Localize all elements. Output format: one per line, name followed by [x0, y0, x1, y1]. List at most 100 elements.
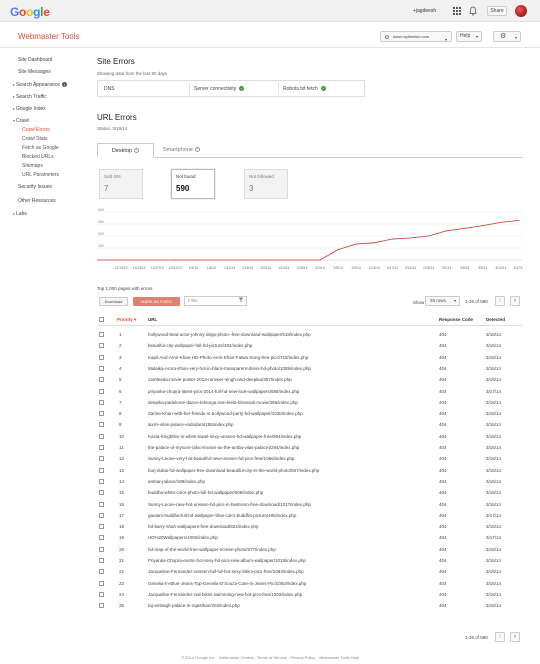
url-cell[interactable]: Priyanka-Chopra-exotic-hot-sexy-hd-pics-… [148, 558, 306, 563]
data-point[interactable] [265, 259, 267, 261]
sidebar-item-crawl-errors[interactable]: Crawl Errors [22, 127, 50, 133]
table-row[interactable]: 19 HD%20Wallpapers/1092/index.php 404 3/17/… [97, 533, 523, 543]
row-checkbox[interactable] [99, 478, 104, 484]
row-checkbox[interactable] [99, 332, 104, 337]
table-row[interactable]: 4 Malaika-Arora-Khan-very-hot-in-black-tr… [97, 364, 523, 374]
table-row[interactable]: 18 hd-barry-shah-wallpapers-free-download… [97, 522, 523, 532]
sidebar-item-crawl[interactable]: ▾Crawl [13, 118, 29, 124]
data-point[interactable] [518, 219, 520, 221]
row-checkbox[interactable] [99, 433, 104, 439]
data-point[interactable] [428, 235, 430, 237]
next-page-button[interactable]: › [510, 296, 520, 306]
settings-button[interactable]: ⚙ ▾ [493, 31, 521, 42]
table-row[interactable]: 25 taj-ambagh-palace-in-rajasthan/202/ind… [97, 601, 523, 611]
sidebar-item-fetch-as-google[interactable]: Fetch as Google [22, 145, 59, 151]
dns-status[interactable]: DNS [100, 83, 188, 95]
row-checkbox[interactable] [99, 388, 104, 394]
url-cell[interactable]: deepika-padukone-dance-lehenga-ram-leela… [148, 400, 298, 405]
table-row[interactable]: 17 gautam-buddha-full-hd-wallpaper-blue-c… [97, 511, 523, 521]
row-checkbox[interactable] [99, 399, 104, 405]
url-cell[interactable]: ambar-palace/189/index.php [148, 479, 205, 484]
row-checkbox[interactable] [99, 456, 104, 462]
url-cell[interactable]: hd-map-of-the-world-free-wallpaper-scree… [148, 547, 276, 552]
row-checkbox[interactable] [99, 343, 104, 349]
response-code-column-header[interactable]: Response Code [439, 317, 473, 322]
table-row[interactable]: 24 Jacqueline-Fernandez-red-bikini-swimmi… [97, 590, 523, 600]
url-cell[interactable]: Jacqueline-Fernandez-red-bikini-swimming… [148, 592, 302, 597]
google-logo[interactable]: Google [10, 5, 50, 19]
url-cell[interactable]: taj-ambagh-palace-in-rajasthan/202/index… [148, 603, 240, 608]
table-row[interactable]: 13 burj-dubai-hd-wallpaper-free-download-… [97, 466, 523, 476]
url-cell[interactable]: hollywood-beat-actor-johnny-depp-photo--… [148, 332, 311, 337]
table-row[interactable]: 22 Jacqueline-Fernandez-unseen-full-hd-ho… [97, 567, 523, 577]
data-point[interactable] [283, 259, 285, 261]
help-icon[interactable]: ? [134, 148, 140, 154]
table-row[interactable]: 10 Kasia-Knightley-in-white-towel-sexy-un… [97, 432, 523, 442]
url-cell[interactable]: Zarine-Khan-with-her-friends-in-bollywoo… [148, 411, 303, 416]
info-icon[interactable]: i [61, 82, 67, 87]
url-cell[interactable]: HD%20Wallpapers/1092/index.php [148, 535, 218, 540]
row-checkbox[interactable] [99, 377, 104, 383]
data-point[interactable] [500, 221, 502, 223]
table-row[interactable]: 11 the-palace-of-mysore-(also-known-as-th… [97, 443, 523, 453]
sidebar-item-other-resources[interactable]: Other Resources [18, 198, 56, 204]
data-point[interactable] [138, 259, 140, 261]
select-all-checkbox[interactable] [99, 317, 104, 322]
table-row[interactable]: 8 Zarine-Khan-with-her-friends-in-bollywo… [97, 409, 523, 419]
row-checkbox[interactable] [99, 501, 104, 507]
tab-desktop[interactable]: Desktop? [97, 143, 154, 158]
robots-fetch-status[interactable]: Robots.txt fetch ✓ [279, 83, 364, 95]
help-icon[interactable]: ? [194, 147, 200, 153]
url-cell[interactable]: gautam-buddha-full-hd-wallpaper-blue-col… [148, 513, 296, 518]
table-row[interactable]: 15 buddha-white-color-photo-full-hd-wallp… [97, 488, 523, 498]
row-checkbox[interactable] [99, 558, 104, 563]
url-cell[interactable]: Sunny-Leone-new-hot-unseen-hd-pics-in-be… [148, 502, 311, 507]
prev-page-button[interactable]: ‹ [495, 296, 505, 306]
url-cell[interactable]: Malaika-Arora-Khan-very-hot-in-black-tra… [148, 366, 311, 371]
app-title[interactable]: Webmaster Tools [18, 32, 80, 41]
table-row[interactable]: 12 Sunny-Leone-very-hot-beautiful-new-uns… [97, 454, 523, 464]
row-checkbox[interactable] [99, 535, 104, 541]
table-row[interactable]: 21 Priyanka-Chopra-exotic-hot-sexy-hd-pic… [97, 556, 523, 566]
tab-smartphone[interactable]: Smartphone? [154, 143, 209, 158]
data-point[interactable] [156, 259, 158, 261]
url-cell[interactable]: hd-barry-shah-wallpapers-free-download/8… [148, 524, 259, 529]
url-cell[interactable]: laxmi-vilas-palace-vadodara/155/index.ph… [148, 422, 234, 427]
data-point[interactable] [210, 259, 212, 261]
data-point[interactable] [464, 227, 466, 229]
table-row[interactable]: 5 camfeeda-movie-poster-2013-ranveer-sing… [97, 375, 523, 385]
avatar[interactable] [515, 5, 527, 17]
share-button[interactable]: Share [487, 6, 507, 16]
row-checkbox[interactable] [99, 524, 104, 530]
data-point[interactable] [391, 238, 393, 240]
stat-soft-404[interactable]: Soft 404 7 [99, 169, 143, 199]
url-cell[interactable]: Kasia-Knightley-in-white-towel-sexy-unse… [148, 434, 301, 439]
mark-as-fixed-button[interactable]: MARK AS FIXED [133, 297, 180, 306]
url-column-header[interactable]: URL [148, 317, 157, 322]
data-point[interactable] [247, 259, 249, 261]
table-row[interactable]: 20 hd-map-of-the-world-free-wallpaper-scr… [97, 545, 523, 555]
url-cell[interactable]: camfeeda-movie-poster-2013-ranveer-singh… [148, 377, 292, 382]
sidebar-item-site-messages[interactable]: Site Messages [18, 69, 51, 75]
help-button[interactable]: Help ▾ [456, 31, 482, 42]
data-point[interactable] [301, 259, 303, 261]
filter-funnel-icon[interactable] [238, 297, 244, 303]
table-row[interactable]: 3 Kapil-And-Amir-Khan-HD-Photo-Amir-Khan-… [97, 353, 523, 363]
url-cell[interactable]: buddha-white-color-photo-full-hd-wallpap… [148, 490, 263, 495]
stat-not-followed[interactable]: Not followed 3 [244, 169, 288, 199]
url-cell[interactable]: Sunny-Leone-very-hot-beautiful-new-unsee… [148, 456, 294, 461]
row-checkbox[interactable] [99, 445, 104, 450]
sidebar-item-sitemaps[interactable]: Sitemaps [22, 163, 43, 169]
url-cell[interactable]: Genelia-In-Blue-Jeans-Top-Genelia-D'Souz… [148, 581, 306, 586]
row-checkbox[interactable] [99, 512, 104, 518]
url-cell[interactable]: beautiful-city-wallpaper-full-hd-picture… [148, 343, 252, 348]
next-page-button-bottom[interactable]: › [510, 632, 520, 642]
prev-page-button-bottom[interactable]: ‹ [495, 632, 505, 642]
table-row[interactable]: 6 priyanka-chopra-latest-pics-2014-full-h… [97, 387, 523, 397]
sidebar-item-google-index[interactable]: ▸Google Index [13, 106, 46, 112]
data-point[interactable] [120, 259, 122, 261]
row-checkbox[interactable] [99, 467, 104, 473]
sidebar-item-crawl-stats[interactable]: Crawl Stats [22, 136, 48, 142]
detected-column-header[interactable]: Detected [486, 317, 505, 322]
sidebar-item-search-appearance[interactable]: ▸Search Appearance i [13, 82, 67, 88]
